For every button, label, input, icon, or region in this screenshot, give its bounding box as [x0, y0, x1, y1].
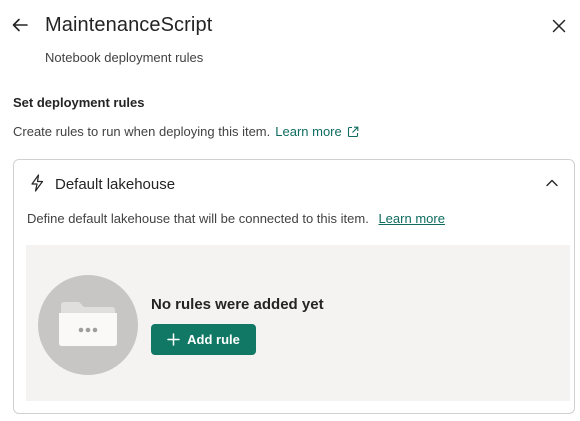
learn-more-link[interactable]: Learn more — [275, 124, 359, 139]
empty-state-message: No rules were added yet — [151, 296, 324, 313]
page-subtitle: Notebook deployment rules — [45, 50, 204, 65]
lightning-bolt-icon — [28, 173, 46, 193]
close-button[interactable] — [547, 16, 571, 40]
arrow-left-icon — [11, 16, 29, 39]
back-button[interactable] — [8, 15, 32, 39]
page-title: MaintenanceScript — [45, 14, 213, 36]
rule-card-title: Default lakehouse — [55, 176, 176, 193]
learn-more-label: Learn more — [275, 124, 342, 139]
folder-icon — [57, 299, 119, 352]
panel-header: MaintenanceScript Notebook deployment ru… — [0, 0, 580, 80]
rule-card-learn-more-link[interactable]: Learn more — [378, 211, 444, 226]
plus-icon — [167, 333, 180, 346]
chevron-up-icon[interactable] — [544, 175, 560, 191]
rule-card-description: Define default lakehouse that will be co… — [27, 211, 445, 226]
section-description-text: Create rules to run when deploying this … — [13, 124, 271, 139]
rule-card-description-text: Define default lakehouse that will be co… — [27, 211, 369, 226]
rule-card-header[interactable]: Default lakehouse — [14, 160, 574, 206]
empty-illustration — [38, 275, 138, 375]
add-rule-button[interactable]: Add rule — [151, 324, 256, 355]
add-rule-label: Add rule — [187, 332, 240, 347]
section-description: Create rules to run when deploying this … — [13, 124, 359, 139]
open-external-icon — [347, 126, 359, 138]
rule-card: Default lakehouse Define default lakehou… — [13, 159, 575, 414]
empty-state: No rules were added yet Add rule — [26, 245, 570, 401]
section-heading: Set deployment rules — [13, 95, 145, 110]
close-icon — [552, 19, 566, 38]
